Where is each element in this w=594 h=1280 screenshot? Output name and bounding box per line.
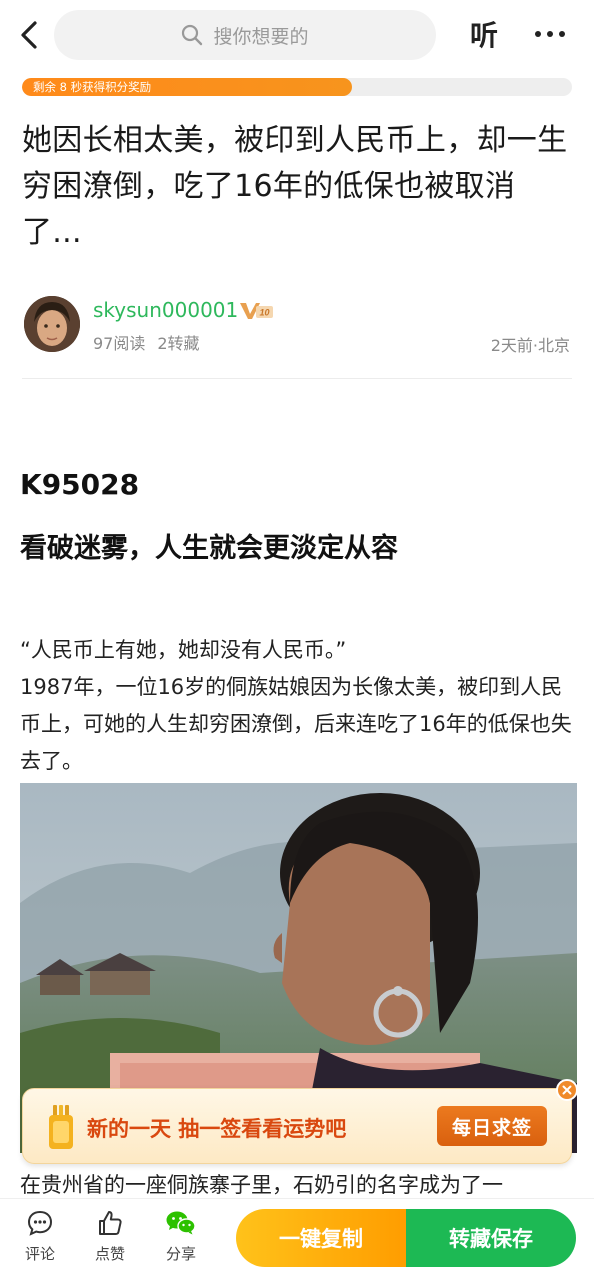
author-stats: 97阅读 2转藏 <box>93 330 212 354</box>
reward-progress-text: 剩余 8 秒获得积分奖励 <box>33 80 152 94</box>
more-dots-icon <box>535 31 565 37</box>
share-label: 分享 <box>165 1245 196 1263</box>
back-button[interactable] <box>14 16 44 54</box>
fortune-stick-icon <box>49 1105 73 1149</box>
svg-text:10: 10 <box>259 308 269 318</box>
avatar-image <box>24 296 80 352</box>
article-subtitle: 看破迷雾，人生就会更淡定从容 <box>20 533 398 564</box>
like-button[interactable]: 点赞 <box>85 1209 135 1264</box>
promo-text: 新的一天 抽一签看看运势吧 <box>87 1117 347 1141</box>
one-click-copy-button[interactable]: 一键复制 <box>236 1209 406 1267</box>
read-count: 97阅读 <box>93 334 146 353</box>
repost-count: 2转藏 <box>157 334 200 353</box>
comment-button[interactable]: 评论 <box>15 1209 65 1264</box>
article-title: 她因长相太美，被印到人民币上，却一生穷困潦倒，吃了16年的低保也被取消了... <box>22 123 568 250</box>
promo-banner[interactable]: 新的一天 抽一签看看运势吧 每日求签 <box>22 1088 572 1164</box>
divider <box>22 378 572 379</box>
thumbs-up-icon <box>99 1211 122 1235</box>
share-button[interactable]: 分享 <box>156 1209 206 1264</box>
close-icon <box>562 1085 572 1095</box>
chevron-left-icon <box>21 21 37 49</box>
search-icon <box>182 24 203 46</box>
wechat-icon <box>166 1211 196 1235</box>
search-input[interactable]: 搜你想要的 <box>54 10 436 60</box>
paragraph-line-story: 1987年，一位16岁的侗族姑娘因为长像太美，被印到人民币上，可她的人生却穷困潦… <box>20 675 572 773</box>
vip-level-badge: 10 <box>240 303 273 319</box>
daily-fortune-button[interactable]: 每日求签 <box>437 1106 547 1146</box>
paragraph-line-quote: “人民币上有她，她却没有人民币。” <box>20 638 347 662</box>
article-paragraph-2: 在贵州省的一座侗族寨子里，石奶引的名字成为了一 <box>20 1173 503 1197</box>
repost-save-button[interactable]: 转藏保存 <box>406 1209 576 1267</box>
listen-button[interactable]: 听 <box>470 14 498 54</box>
reward-progress-bar: 剩余 8 秒获得积分奖励 <box>22 78 572 96</box>
avatar[interactable] <box>24 296 80 352</box>
like-label: 点赞 <box>94 1245 125 1263</box>
search-placeholder: 搜你想要的 <box>213 25 309 48</box>
article-code: K95028 <box>20 468 140 501</box>
publish-time-location: 2天前·北京 <box>490 336 570 355</box>
author-name[interactable]: skysun000001 <box>93 298 238 322</box>
top-bar: 搜你想要的 听 <box>0 0 594 70</box>
comment-label: 评论 <box>24 1245 55 1263</box>
bottom-action-bar: 评论 点赞 分享 一键复制 转藏保存 <box>0 1198 594 1280</box>
more-button[interactable] <box>530 22 570 46</box>
comment-icon <box>27 1210 53 1236</box>
banner-close-button[interactable] <box>556 1079 578 1101</box>
article-paragraph: “人民币上有她，她却没有人民币。” 1987年，一位16岁的侗族姑娘因为长像太美… <box>20 632 576 780</box>
